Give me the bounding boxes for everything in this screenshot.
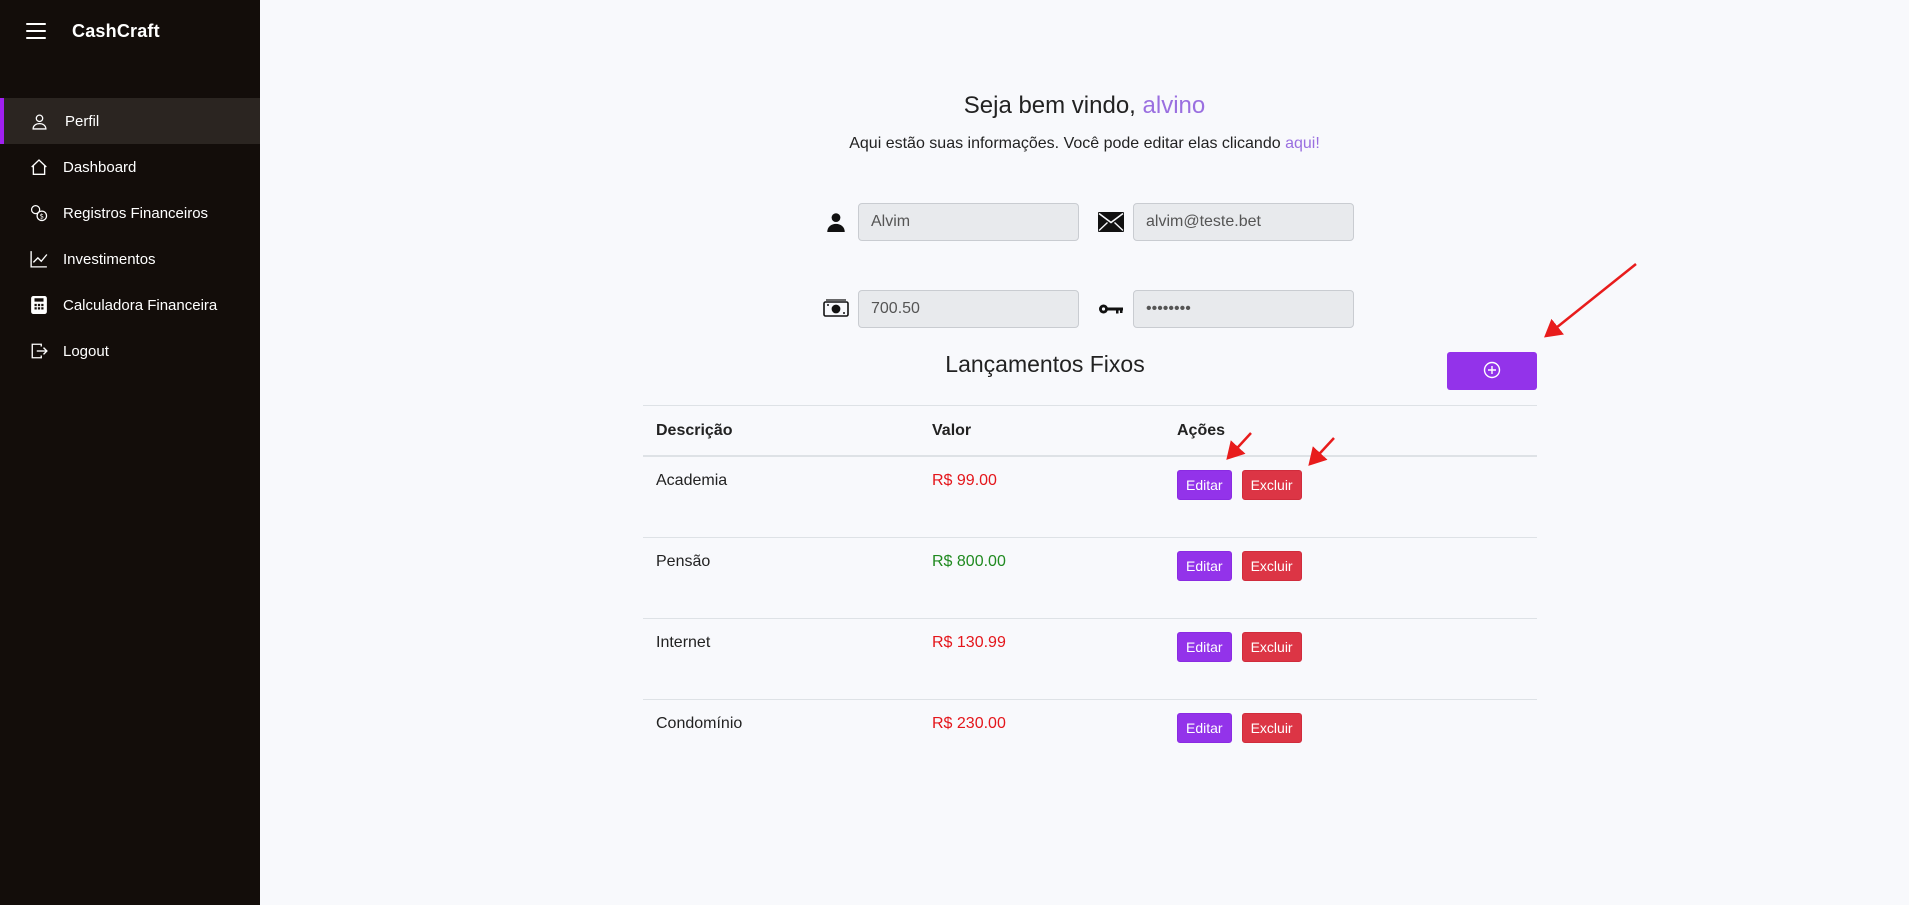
row-description: Pensão <box>656 553 711 570</box>
table-row: Academia R$ 99.00 Editar Excluir <box>643 457 1537 538</box>
row-actions: Editar Excluir <box>1164 700 1537 743</box>
edit-button[interactable]: Editar <box>1177 470 1232 500</box>
row-description: Internet <box>656 634 711 651</box>
coins-icon: $ <box>30 204 48 222</box>
row-description: Condomínio <box>656 715 743 732</box>
column-header-acoes: Ações <box>1177 421 1226 439</box>
annotation-arrow-add <box>1544 263 1637 338</box>
sidebar-item-label: Investimentos <box>63 250 156 268</box>
add-entry-button[interactable] <box>1447 352 1537 390</box>
menu-icon[interactable] <box>26 23 46 39</box>
sidebar-item-registros[interactable]: $ Registros Financeiros <box>0 190 260 236</box>
table-row: Condomínio R$ 230.00 Editar Excluir <box>643 700 1537 781</box>
row-value: R$ 130.99 <box>932 634 1006 651</box>
edit-button[interactable]: Editar <box>1177 551 1232 581</box>
logout-icon <box>30 342 48 360</box>
edit-profile-link[interactable]: aqui! <box>1285 135 1320 152</box>
subtitle-text: Aqui estão suas informações. Você pode e… <box>849 135 1286 152</box>
name-input[interactable] <box>858 203 1079 241</box>
delete-button[interactable]: Excluir <box>1241 551 1302 581</box>
profile-subtitle: Aqui estão suas informações. Você pode e… <box>260 135 1909 153</box>
envelope-icon <box>1097 210 1125 234</box>
table-row: Pensão R$ 800.00 Editar Excluir <box>643 538 1537 619</box>
user-icon <box>30 112 48 130</box>
column-header-valor: Valor <box>932 421 972 439</box>
row-actions: Editar Excluir <box>1164 457 1537 500</box>
sidebar-item-calculadora[interactable]: Calculadora Financeira <box>0 282 260 328</box>
password-field-group <box>1097 290 1354 328</box>
greeting-text: Seja bem vindo, <box>963 92 1143 119</box>
row-value: R$ 230.00 <box>932 715 1006 732</box>
key-icon <box>1097 297 1125 321</box>
sidebar-item-label: Calculadora Financeira <box>63 296 218 314</box>
balance-input[interactable] <box>858 290 1079 328</box>
sidebar-item-label: Dashboard <box>63 158 137 176</box>
row-actions: Editar Excluir <box>1164 619 1537 662</box>
sidebar-item-label: Registros Financeiros <box>63 204 209 222</box>
sidebar-item-label: Logout <box>63 342 109 360</box>
balance-field-group <box>822 290 1079 328</box>
sidebar-header: CashCraft <box>0 0 260 62</box>
sidebar-item-logout[interactable]: Logout <box>0 328 260 374</box>
email-field-group <box>1097 203 1354 241</box>
sidebar-item-investimentos[interactable]: Investimentos <box>0 236 260 282</box>
sidebar-item-label: Perfil <box>65 112 100 130</box>
table-row: Internet R$ 130.99 Editar Excluir <box>643 619 1537 700</box>
table-header: Descrição Valor Ações <box>643 405 1537 457</box>
sidebar-item-perfil[interactable]: Perfil <box>0 98 260 144</box>
edit-button[interactable]: Editar <box>1177 713 1232 743</box>
welcome-heading: Seja bem vindo, alvino <box>260 92 1909 120</box>
plus-circle-icon <box>1483 361 1501 382</box>
cash-icon <box>822 297 850 321</box>
delete-button[interactable]: Excluir <box>1241 632 1302 662</box>
row-value: R$ 800.00 <box>932 553 1006 570</box>
row-value: R$ 99.00 <box>932 472 997 489</box>
fixed-entries-table: Descrição Valor Ações Academia R$ 99.00 … <box>643 405 1537 781</box>
name-field-group <box>822 203 1079 241</box>
sidebar: CashCraft Perfil Dashboard $ Registros F… <box>0 0 260 905</box>
sidebar-nav: Perfil Dashboard $ Registros Financeiros… <box>0 98 260 374</box>
user-icon <box>822 210 850 234</box>
edit-button[interactable]: Editar <box>1177 632 1232 662</box>
fixed-entries-title: Lançamentos Fixos <box>945 351 1145 377</box>
username: alvino <box>1142 92 1206 119</box>
svg-text:$: $ <box>40 213 44 221</box>
brand-name: CashCraft <box>72 20 160 41</box>
row-description: Academia <box>656 472 728 489</box>
delete-button[interactable]: Excluir <box>1241 470 1302 500</box>
sidebar-item-dashboard[interactable]: Dashboard <box>0 144 260 190</box>
password-input[interactable] <box>1133 290 1354 328</box>
home-icon <box>30 158 48 176</box>
chart-line-icon <box>30 250 48 268</box>
email-input[interactable] <box>1133 203 1354 241</box>
row-actions: Editar Excluir <box>1164 538 1537 581</box>
column-header-descricao: Descrição <box>656 421 733 439</box>
delete-button[interactable]: Excluir <box>1241 713 1302 743</box>
calculator-icon <box>30 296 48 314</box>
